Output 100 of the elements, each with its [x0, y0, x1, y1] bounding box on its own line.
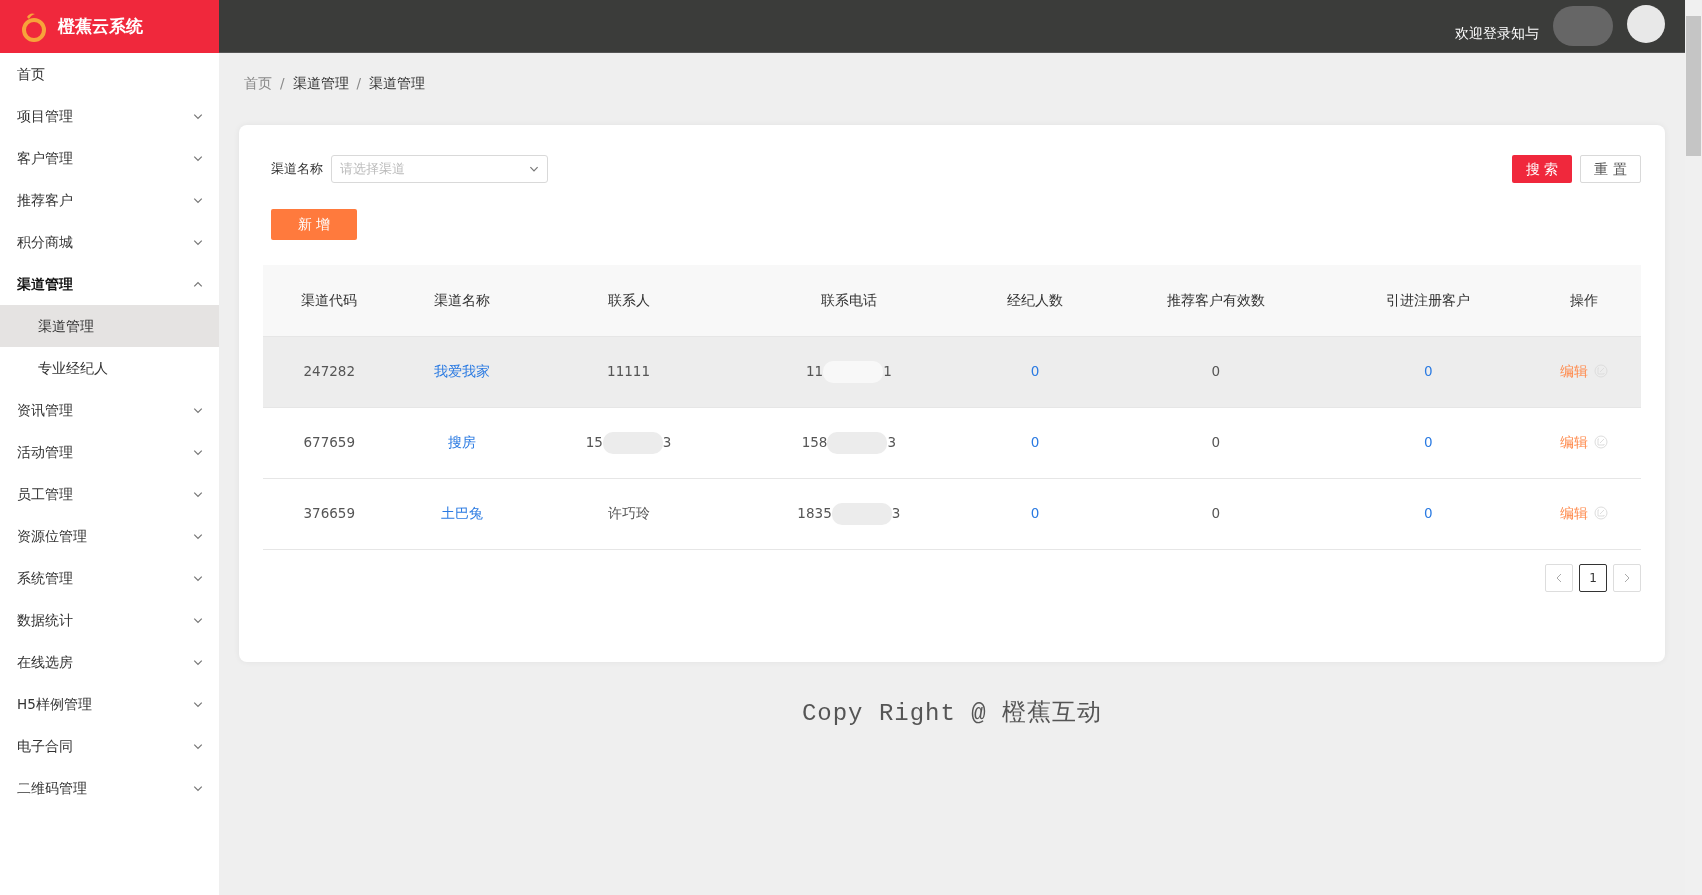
table-cell-text: 158: [801, 433, 828, 450]
column-header: 经纪人数: [968, 265, 1102, 336]
footer-text: Copy Right @ 橙蕉互动: [800, 698, 1104, 729]
table-cell-text: 3: [891, 504, 901, 521]
sidebar-item[interactable]: 项目管理: [0, 95, 219, 137]
column-header: 联系人: [528, 265, 729, 336]
sidebar-item-label: 电子合同: [17, 736, 73, 756]
chevron-down-icon: [193, 154, 203, 162]
chevron-down-icon: [193, 112, 203, 120]
fruit-logo-icon: [20, 10, 48, 43]
chevron-right-icon: [1624, 572, 1630, 583]
sidebar-item[interactable]: 推荐客户: [0, 179, 219, 221]
column-header: 推荐客户有效数: [1101, 265, 1330, 336]
sidebar-item[interactable]: 资讯管理: [0, 389, 219, 431]
chevron-down-icon: [193, 406, 203, 414]
count-link[interactable]: 0: [1030, 363, 1040, 380]
table-cell-text: 11: [805, 362, 824, 379]
sidebar-item-label: 推荐客户: [17, 190, 73, 210]
sidebar-item[interactable]: 二维码管理: [0, 767, 219, 809]
sidebar-item[interactable]: 数据统计: [0, 599, 219, 641]
chevron-down-icon: [193, 616, 203, 624]
chevron-down-icon: [193, 784, 203, 792]
sidebar-item[interactable]: 电子合同: [0, 725, 219, 767]
sidebar-item-label: 渠道管理: [17, 274, 73, 294]
chevron-down-icon: [193, 742, 203, 750]
avatar[interactable]: [1627, 5, 1665, 43]
table-cell-text: 15: [585, 433, 603, 450]
sidebar-subitem[interactable]: 专业经纪人: [0, 347, 219, 389]
count-link[interactable]: 0: [1424, 505, 1433, 522]
column-header: 引进注册客户: [1330, 265, 1527, 336]
sidebar-item-label: 资源位管理: [17, 526, 87, 546]
table-cell: 0: [1101, 478, 1330, 549]
count-link[interactable]: 0: [1030, 434, 1040, 451]
column-header: 渠道名称: [395, 265, 529, 336]
blurred-username: [1553, 6, 1613, 46]
channel-name-link[interactable]: 我爱我家: [433, 363, 490, 380]
page-button[interactable]: 1: [1579, 563, 1607, 592]
chevron-down-icon: [529, 166, 539, 172]
sidebar-item[interactable]: 系统管理: [0, 557, 219, 599]
table-cell: 11111: [528, 336, 729, 407]
chevron-left-icon: [1556, 572, 1562, 583]
table-cell-text: 1835: [797, 504, 832, 521]
count-link[interactable]: 0: [1424, 363, 1433, 380]
sidebar-item[interactable]: H5样例管理: [0, 683, 219, 725]
chevron-down-icon: [193, 238, 203, 246]
column-header: 操作: [1526, 265, 1641, 336]
table-cell-text: 1: [883, 362, 892, 379]
table-cell: 许巧玲: [528, 478, 729, 549]
count-link[interactable]: 0: [1030, 505, 1040, 522]
chevron-down-icon: [193, 532, 203, 540]
table-cell: 677659: [263, 407, 396, 478]
search-button[interactable]: 搜 索: [1512, 155, 1572, 183]
welcome-text: 欢迎登录知与: [1455, 23, 1539, 43]
sidebar-item-label: 二维码管理: [17, 778, 87, 798]
column-header: 渠道代码: [263, 265, 396, 336]
sidebar-item[interactable]: 资源位管理: [0, 515, 219, 557]
sidebar-item-label: 在线选房: [17, 652, 73, 672]
channel-name-link[interactable]: 土巴兔: [440, 505, 483, 522]
sidebar-subitem[interactable]: 渠道管理: [0, 305, 219, 347]
sidebar-item-label: 活动管理: [17, 442, 73, 462]
chevron-up-icon: [193, 280, 203, 288]
sidebar-item[interactable]: 渠道管理: [0, 263, 219, 305]
app-title: 橙蕉云系统: [58, 14, 143, 38]
edit-circle-icon[interactable]: [1593, 435, 1608, 450]
sidebar-item[interactable]: 积分商城: [0, 221, 219, 263]
breadcrumb-item[interactable]: 渠道管理: [292, 72, 349, 94]
edit-circle-icon[interactable]: [1593, 506, 1608, 521]
scroll-thumb[interactable]: [1686, 16, 1701, 156]
sidebar-item-label: 数据统计: [17, 610, 73, 630]
sidebar-item-label: 项目管理: [17, 106, 73, 126]
table-cell: 247282: [263, 336, 396, 407]
chevron-down-icon: [193, 574, 203, 582]
table-cell: 0: [1101, 407, 1330, 478]
next-page-button[interactable]: [1613, 563, 1641, 592]
sidebar-item-label: 积分商城: [17, 232, 73, 252]
breadcrumb-separator: /: [280, 73, 285, 93]
sidebar-item-label: 系统管理: [17, 568, 73, 588]
table-cell-text: 3: [887, 433, 897, 450]
sidebar-item[interactable]: 在线选房: [0, 641, 219, 683]
sidebar-item-label: H5样例管理: [17, 694, 92, 714]
chevron-down-icon: [193, 700, 203, 708]
channel-name-link[interactable]: 搜房: [447, 434, 476, 451]
chevron-down-icon: [193, 196, 203, 204]
table-row[interactable]: 677659 搜房 15 3 158 3 0 0 0 编辑: [263, 407, 1641, 478]
chevron-down-icon: [193, 658, 203, 666]
sidebar-item[interactable]: 活动管理: [0, 431, 219, 473]
sidebar-item-label: 首页: [17, 64, 45, 84]
previous-page-button[interactable]: [1545, 563, 1573, 592]
breadcrumb-item: 渠道管理: [369, 73, 426, 93]
column-header: 联系电话: [728, 265, 969, 336]
sidebar-item[interactable]: 首页: [0, 53, 219, 95]
table-cell: 376659: [263, 478, 396, 549]
sidebar-item[interactable]: 员工管理: [0, 473, 219, 515]
table-row[interactable]: 247282 我爱我家 11111 11 1 0 0 0 编辑: [263, 336, 1641, 407]
table-row[interactable]: 376659 土巴兔 许巧玲 1835 3 0 0 0 编辑: [263, 478, 1641, 549]
sidebar-item-label: 客户管理: [17, 148, 73, 168]
count-link[interactable]: 0: [1424, 434, 1433, 451]
sidebar-item-label: 员工管理: [17, 484, 73, 504]
reset-button[interactable]: 重 置: [1580, 155, 1641, 183]
sidebar-item[interactable]: 客户管理: [0, 137, 219, 179]
